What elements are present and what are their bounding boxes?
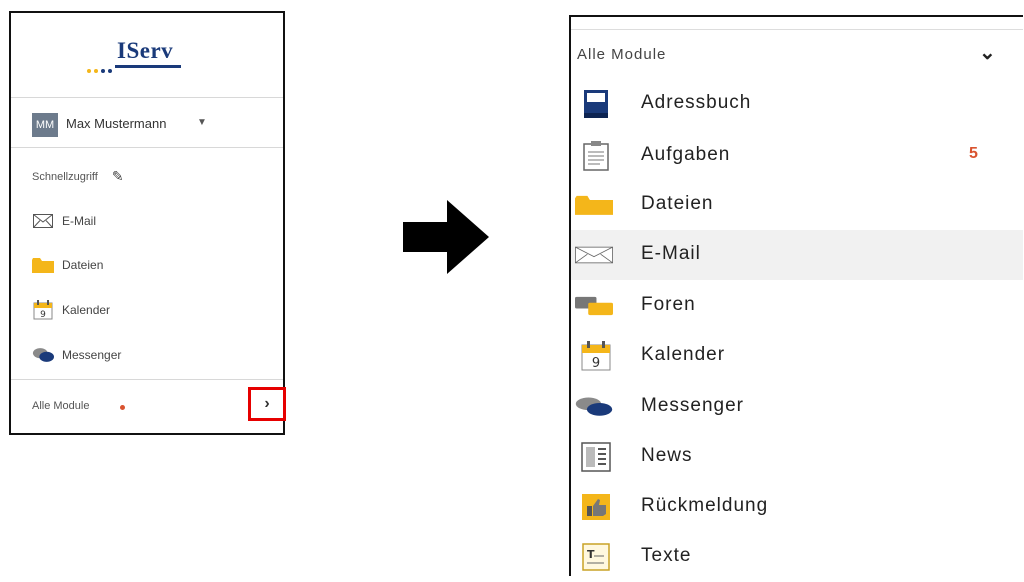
calendar-icon: 9 (579, 341, 613, 371)
user-menu[interactable]: MM Max Mustermann ▼ (11, 101, 283, 148)
module-label: Texte (641, 545, 692, 566)
svg-text:T: T (587, 548, 595, 561)
module-label: E-Mail (641, 243, 701, 264)
module-item-news[interactable]: News (571, 432, 1023, 482)
sidebar-collapsed-panel: IServ MM Max Mustermann ▼ Schnellzugriff… (9, 11, 286, 436)
module-label: Kalender (641, 344, 726, 365)
svg-text:9: 9 (40, 310, 46, 320)
user-name: Max Mustermann (66, 116, 167, 131)
expand-all-modules-button[interactable]: › (248, 387, 286, 421)
module-item-messenger[interactable]: Messenger (571, 382, 1023, 432)
clipboard-icon (579, 141, 613, 171)
newspaper-icon (579, 442, 613, 472)
module-label: Foren (641, 294, 696, 315)
logo-underline (115, 65, 181, 68)
feedback-icon (579, 492, 613, 522)
sidebar-item-messenger[interactable]: Messenger (32, 342, 121, 368)
sidebar-item-label: Dateien (62, 258, 104, 272)
address-book-icon (579, 89, 613, 119)
module-item-rueckmeldung[interactable]: Rückmeldung (571, 482, 1023, 532)
sidebar-item-label: Kalender (62, 303, 111, 317)
module-item-kalender[interactable]: 9 Kalender (571, 331, 1023, 381)
arrow-right-icon (403, 200, 489, 274)
all-modules-header[interactable]: Alle Module ⌄ (571, 29, 1023, 78)
envelope-icon (32, 212, 54, 230)
all-modules-label: Alle Module (32, 400, 90, 412)
logo-text: IServ (117, 38, 174, 63)
sidebar-item-calendar[interactable]: 9 Kalender (32, 297, 110, 323)
module-label: Dateien (641, 193, 714, 214)
sidebar-item-files[interactable]: Dateien (32, 252, 103, 278)
module-item-email[interactable]: E-Mail (571, 230, 1023, 280)
module-item-dateien[interactable]: Dateien (571, 180, 1023, 230)
sidebar-item-label: Messenger (62, 348, 122, 362)
notification-dot (120, 405, 125, 410)
iserv-logo[interactable]: IServ (11, 13, 283, 98)
module-item-aufgaben[interactable]: Aufgaben 5 (571, 131, 1023, 181)
shortcut-label: Schnellzugriff (32, 170, 98, 183)
svg-text:9: 9 (592, 356, 600, 371)
module-label: Aufgaben (641, 144, 731, 165)
sidebar-item-label: E-Mail (62, 214, 97, 228)
envelope-icon (575, 240, 613, 270)
module-item-foren[interactable]: Foren (571, 281, 1023, 331)
all-modules-row[interactable]: Alle Module › (11, 379, 286, 436)
module-label: Adressbuch (641, 92, 752, 113)
all-modules-panel: Alle Module ⌄ Adressbuch Aufgaben 5 Date… (569, 15, 1023, 576)
pencil-icon[interactable]: ✎ (112, 168, 124, 185)
calendar-icon: 9 (32, 300, 54, 320)
chat-bubbles-icon (575, 392, 613, 422)
module-label: News (641, 445, 693, 466)
folder-icon (32, 256, 54, 274)
all-modules-label: Alle Module (577, 46, 667, 63)
module-label: Rückmeldung (641, 495, 769, 516)
chevron-right-icon: › (264, 395, 270, 412)
avatar: MM (32, 113, 58, 137)
caret-down-icon: ▼ (197, 117, 207, 128)
chevron-down-icon[interactable]: ⌄ (979, 40, 996, 65)
module-item-adressbuch[interactable]: Adressbuch (571, 79, 1023, 129)
folder-icon (575, 190, 613, 220)
logo-dots (87, 60, 115, 78)
sidebar-item-email[interactable]: E-Mail (32, 208, 96, 234)
shortcut-header: Schnellzugriff ✎ (32, 168, 124, 185)
module-label: Messenger (641, 395, 744, 416)
module-item-texte[interactable]: T Texte (571, 532, 1023, 582)
task-count-badge: 5 (969, 145, 978, 162)
forum-icon (575, 291, 613, 321)
text-document-icon: T (579, 542, 613, 572)
chat-bubbles-icon (32, 346, 54, 364)
